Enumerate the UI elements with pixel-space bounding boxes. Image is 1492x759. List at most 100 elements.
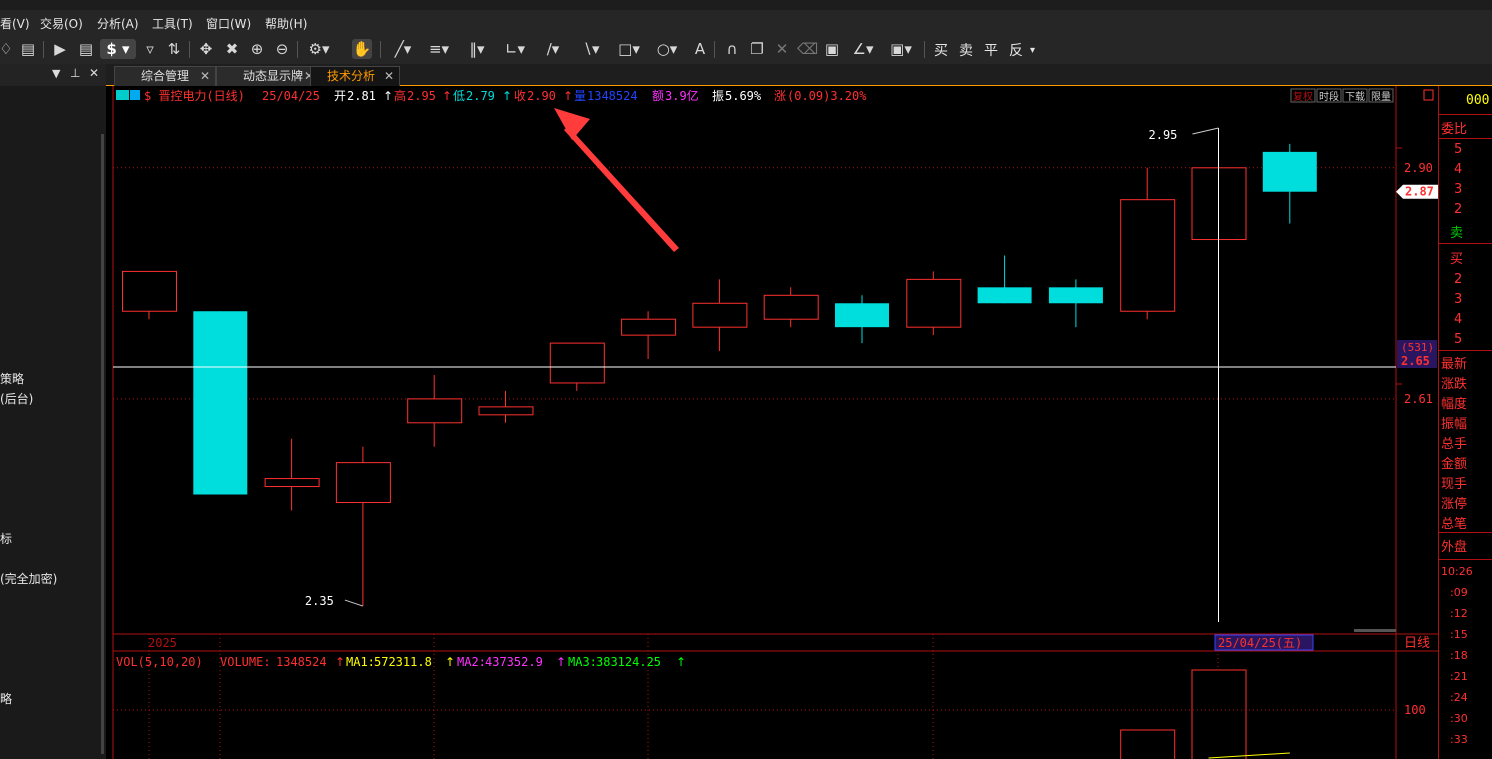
window-toggle-icon[interactable]	[1423, 89, 1434, 101]
reverse-button[interactable]: 反	[1009, 40, 1023, 60]
filter-icon[interactable]: ▿	[140, 39, 160, 59]
more-chevron-icon[interactable]: ▾	[1030, 45, 1035, 56]
candle-body	[906, 278, 962, 328]
buy-level: 3	[1454, 292, 1463, 307]
candle-body	[478, 406, 534, 416]
left-panel: ▼ ⊥ ✕ 策略 (后台) 标 (完全加密) 略	[0, 64, 106, 759]
tab-technical-analysis[interactable]: 技术分析 ✕	[310, 66, 400, 86]
tick-time: :09	[1450, 586, 1468, 599]
document-icon[interactable]: ▤	[76, 39, 96, 59]
left-panel-item[interactable]: 标	[0, 530, 12, 547]
rect-icon[interactable]: □▾	[614, 39, 644, 59]
sell-level: 4	[1454, 162, 1463, 177]
fan-icon[interactable]: ∟▾	[500, 39, 530, 59]
close-value: 2.90	[527, 89, 556, 103]
adjust-button-label: 复权	[1293, 90, 1313, 103]
panel-divider	[1438, 86, 1439, 759]
chart-scrollbar[interactable]	[1354, 629, 1396, 632]
open-value: 2.81	[347, 89, 376, 103]
candle-body	[407, 398, 463, 424]
annotation-arrow	[554, 108, 679, 252]
period-button-label: 时段	[1319, 90, 1339, 103]
gear-icon[interactable]: ⚙▾	[304, 39, 334, 59]
delete-icon[interactable]: ✕	[772, 39, 792, 59]
chart-area[interactable]: $ 晋控电力(日线) 25/04/25 开 2.81 ↑ 高 2.95 ↑ 低 …	[106, 86, 1438, 759]
ma3-value: 383124.25	[596, 655, 661, 669]
line-icon[interactable]: ╱▾	[388, 39, 418, 59]
fib-icon[interactable]: ≡▾	[424, 39, 454, 59]
candle-body	[692, 302, 748, 328]
lock-icon[interactable]: ▣	[822, 39, 842, 59]
copy-icon[interactable]: ❐	[747, 39, 767, 59]
menu-trade[interactable]: 交易(O)	[40, 15, 83, 32]
quote-label: 涨停	[1441, 497, 1468, 512]
cross-icon[interactable]: ✖	[222, 39, 242, 59]
play-icon[interactable]: ▶	[50, 39, 70, 59]
candle-body	[549, 342, 605, 384]
menu-window[interactable]: 窗口(W)	[206, 15, 251, 32]
close-icon[interactable]: ✕	[384, 67, 394, 86]
zoom-out-icon[interactable]: ⊖	[272, 39, 292, 59]
dollar-icon[interactable]: $ ▾	[100, 39, 136, 59]
toolbar-divider	[924, 41, 925, 58]
tab-label: 技术分析	[327, 69, 376, 83]
move-icon[interactable]: ✥	[196, 39, 216, 59]
left-panel-item[interactable]: (后台)	[0, 390, 33, 407]
zoom-in-icon[interactable]: ⊕	[247, 39, 267, 59]
chart-icon[interactable]: ▤	[18, 39, 38, 59]
low-annotation: 2.35	[305, 594, 334, 608]
cycle-icon[interactable]: ‖▾	[462, 39, 492, 59]
tick-time: :15	[1450, 628, 1468, 641]
high-value: 2.95	[407, 89, 436, 103]
close-icon[interactable]: ✕	[200, 67, 210, 86]
text-icon[interactable]: A	[690, 39, 710, 59]
volume-layer	[1120, 669, 1290, 759]
left-panel-item[interactable]: 略	[0, 690, 12, 707]
info-color-icon[interactable]	[116, 90, 129, 100]
tab-overview[interactable]: 综合管理 ✕	[114, 66, 216, 86]
toolbar-divider	[714, 41, 715, 58]
close-icon[interactable]: ✕	[89, 66, 99, 80]
quote-label: 最新	[1441, 357, 1468, 372]
tab-dynamic-board[interactable]: 动态显示牌 ✕	[216, 66, 320, 86]
toolbar-divider	[189, 41, 190, 58]
candle-body	[1262, 151, 1317, 192]
buy-label: 买	[1450, 252, 1464, 267]
magnet-icon[interactable]: ∩	[722, 39, 742, 59]
high-annotation: 2.95	[1149, 128, 1178, 142]
hand-icon[interactable]: ✋	[352, 39, 372, 59]
left-panel-item[interactable]: 策略	[0, 370, 24, 387]
pin-icon[interactable]: ⊥	[70, 66, 80, 80]
buy-button[interactable]: 买	[934, 40, 948, 60]
left-panel-scrollbar[interactable]	[101, 134, 104, 754]
candle-body	[977, 287, 1032, 304]
ref-tag: (531)	[1401, 341, 1434, 354]
left-panel-item[interactable]: (完全加密)	[0, 570, 57, 587]
y-tick-label: 2.90	[1404, 161, 1433, 175]
menu-view[interactable]: 看(V)	[0, 15, 30, 32]
circle-icon[interactable]: ○▾	[652, 39, 682, 59]
menu-tools[interactable]: 工具(T)	[152, 15, 193, 32]
tick-time: :30	[1450, 712, 1468, 725]
pen-icon[interactable]: ∠▾	[848, 39, 878, 59]
sell-button[interactable]: 卖	[959, 40, 973, 60]
quote-label: 涨跌	[1441, 377, 1468, 392]
menu-help[interactable]: 帮助(H)	[265, 15, 307, 32]
parallel-icon[interactable]: ∖▾	[576, 39, 606, 59]
chevron-down-icon[interactable]	[130, 90, 140, 100]
ref-price: 2.65	[1401, 354, 1430, 368]
ma3-label: MA3:	[568, 655, 597, 669]
sort-icon[interactable]: ⇅	[164, 39, 184, 59]
vol-volume-label: VOLUME:	[220, 655, 271, 669]
limit-button-label: 限量	[1371, 91, 1391, 103]
bell-icon[interactable]: ♢	[0, 39, 16, 59]
quote-top-value: 000	[1466, 93, 1490, 108]
sell-level: 3	[1454, 182, 1463, 197]
close-position-button[interactable]: 平	[984, 40, 998, 60]
amplitude-label: 振	[712, 89, 724, 103]
chevron-down-icon[interactable]: ▼	[52, 67, 60, 80]
menu-analysis[interactable]: 分析(A)	[97, 15, 139, 32]
save-icon[interactable]: ▣▾	[886, 39, 916, 59]
channel-icon[interactable]: ∕▾	[538, 39, 568, 59]
trash-icon[interactable]: ⌫	[797, 39, 818, 59]
